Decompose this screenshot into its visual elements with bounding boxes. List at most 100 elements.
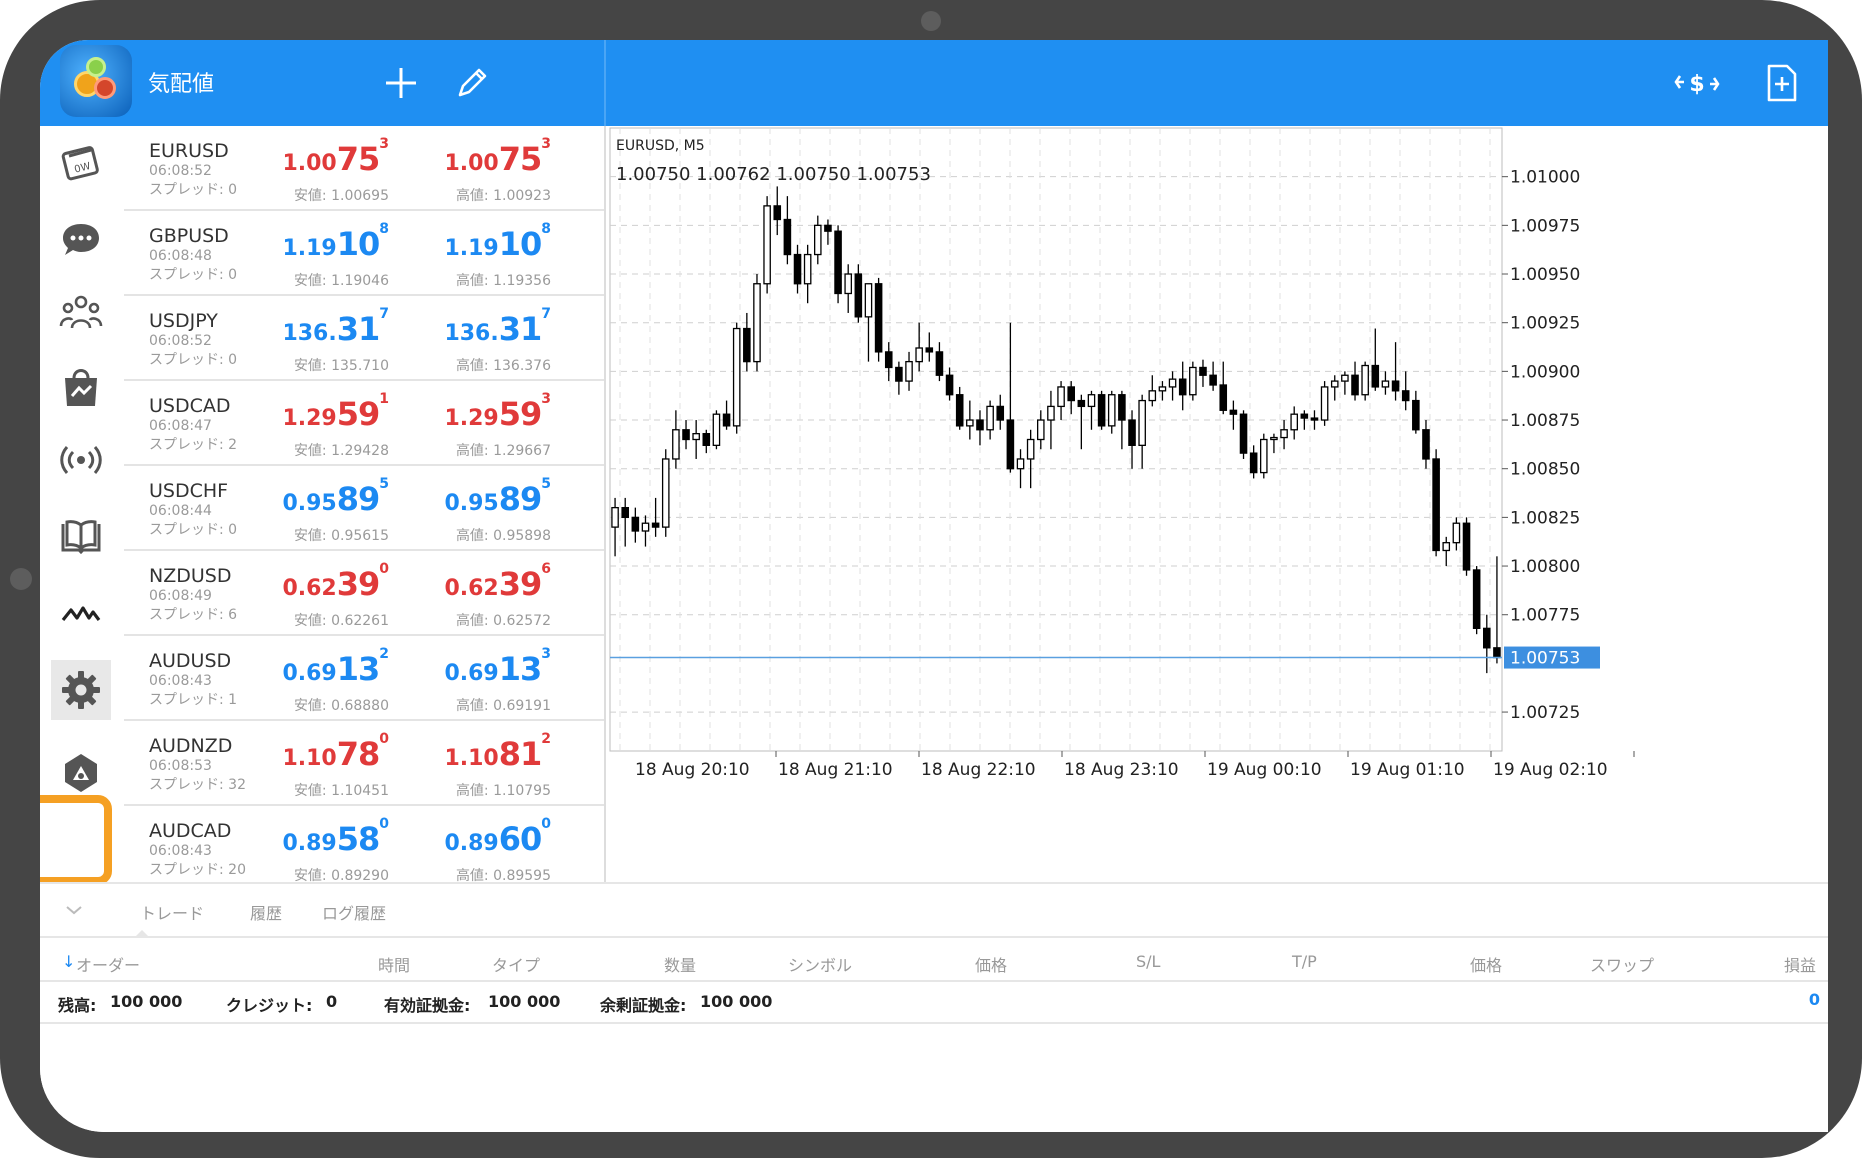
- column-symbol[interactable]: シンボル: [788, 952, 852, 976]
- market-bag-icon[interactable]: [51, 356, 111, 416]
- column-volume[interactable]: 数量: [664, 952, 696, 976]
- candle-body: [763, 205, 771, 285]
- equity-value: 100 000: [488, 992, 561, 1011]
- sort-arrow-icon[interactable]: ↓: [62, 952, 75, 971]
- candle-body: [986, 405, 994, 431]
- candle-body: [1483, 627, 1491, 649]
- low-price: 安値: 1.19046: [293, 273, 389, 289]
- candle-body: [773, 205, 782, 221]
- ask-price-fraction: 3: [541, 391, 551, 407]
- quote-row[interactable]: EURUSD 06:08:52 スプレッド: 0 1.00753 1.00753…: [124, 126, 604, 211]
- ask-price-fraction: 2: [541, 731, 551, 747]
- candle-body: [682, 429, 690, 441]
- bid-price: 1.00753: [229, 136, 389, 178]
- current-price-label: 1.00753: [1510, 649, 1580, 669]
- candle-body: [1239, 413, 1248, 454]
- candle-body: [692, 433, 700, 441]
- community-icon[interactable]: [51, 282, 111, 342]
- edit-pencil-icon[interactable]: [447, 58, 497, 108]
- quote-row[interactable]: GBPUSD 06:08:48 スプレッド: 0 1.19108 1.19108…: [124, 211, 604, 296]
- column-type[interactable]: タイプ: [492, 952, 540, 976]
- quote-row[interactable]: AUDCAD 06:08:43 スプレッド: 20 0.89580 0.8960…: [124, 806, 604, 882]
- candle-body: [1472, 569, 1481, 629]
- ask-price-prefix: 1.19: [444, 236, 499, 261]
- column-order[interactable]: オーダー: [76, 952, 140, 976]
- candle-body: [1067, 386, 1075, 402]
- bid-price-prefix: 0.62: [282, 576, 337, 601]
- candle-body: [651, 522, 660, 528]
- candle-body: [1270, 436, 1278, 441]
- high-price: 高値: 0.62572: [455, 613, 551, 629]
- quote-row[interactable]: USDJPY 06:08:52 スプレッド: 0 136.317 136.317…: [124, 296, 604, 381]
- chat-icon[interactable]: [51, 210, 111, 270]
- candle-body: [1219, 384, 1228, 411]
- settings-gear-icon[interactable]: [51, 660, 111, 720]
- columns-divider: [40, 980, 1828, 982]
- quote-row[interactable]: AUDNZD 06:08:53 スプレッド: 32 1.10780 1.1081…: [124, 721, 604, 806]
- column-price[interactable]: 価格: [975, 952, 1007, 976]
- candle-body: [824, 224, 832, 232]
- candle-body: [1118, 394, 1126, 421]
- candle-body: [814, 224, 822, 256]
- x-tick-label: 18 Aug 20:10: [635, 760, 750, 780]
- tab-log-history[interactable]: ログ履歴: [322, 900, 386, 924]
- tab-indicator: [135, 930, 149, 937]
- candle-body: [1260, 438, 1268, 474]
- column-sl[interactable]: S/L: [1136, 952, 1160, 971]
- low-price: 安値: 0.68880: [293, 698, 389, 714]
- quote-row[interactable]: NZDUSD 06:08:49 スプレッド: 6 0.62390 0.62396…: [124, 551, 604, 636]
- side-nav-rail: 0W: [40, 126, 122, 885]
- bid-price: 1.10780: [229, 731, 389, 773]
- app-logo-icon[interactable]: [60, 45, 132, 117]
- ask-price-pips: 31: [498, 310, 543, 348]
- ask-price: 0.95895: [391, 476, 551, 518]
- profit-total: 0: [1808, 990, 1820, 1009]
- mql5-community-icon[interactable]: [51, 742, 111, 802]
- trade-dollar-icon[interactable]: $: [1672, 58, 1722, 108]
- candle-body: [925, 347, 934, 353]
- column-tp[interactable]: T/P: [1292, 952, 1317, 971]
- bid-price: 1.29591: [229, 391, 389, 433]
- signals-broadcast-icon[interactable]: [51, 430, 111, 490]
- quote-row[interactable]: USDCAD 06:08:47 スプレッド: 2 1.29591 1.29593…: [124, 381, 604, 466]
- candle-body: [1077, 399, 1086, 408]
- column-current-price[interactable]: 価格: [1470, 952, 1502, 976]
- bid-price-prefix: 1.19: [282, 236, 337, 261]
- ask-price: 1.29593: [391, 391, 551, 433]
- column-swap[interactable]: スワップ: [1590, 952, 1654, 976]
- y-tick-label: 1.00775: [1510, 606, 1580, 626]
- bid-price-pips: 89: [336, 480, 381, 518]
- candle-body: [1006, 419, 1015, 470]
- credit-label: クレジット:: [226, 996, 313, 1015]
- chevron-down-icon[interactable]: [62, 898, 86, 922]
- candle-body: [1138, 399, 1146, 446]
- price-chart[interactable]: 1.01000 1.00975 1.00950 1.00925 1.00900 1.008…: [606, 126, 1828, 882]
- quote-time: 06:08:49: [149, 588, 212, 604]
- candlestick-chart-svg[interactable]: 1.01000 1.00975 1.00950 1.00925 1.00900 1.008…: [606, 126, 1828, 882]
- new-order-document-icon[interactable]: [1756, 58, 1806, 108]
- candle-body: [641, 522, 650, 532]
- tab-history[interactable]: 履歴: [250, 900, 282, 924]
- candle-body: [1320, 386, 1329, 421]
- candle-body: [1047, 405, 1055, 421]
- quote-time: 06:08:43: [149, 843, 212, 859]
- quote-row[interactable]: USDCHF 06:08:44 スプレッド: 0 0.95895 0.95895…: [124, 466, 604, 551]
- candle-body: [854, 273, 863, 318]
- quote-row[interactable]: AUDUSD 06:08:43 スプレッド: 1 0.69132 0.69133…: [124, 636, 604, 721]
- book-icon[interactable]: [51, 506, 111, 566]
- chart-line-icon[interactable]: [51, 582, 111, 642]
- high-price: 高値: 1.29667: [455, 443, 551, 459]
- calendar-icon[interactable]: 0W: [51, 132, 111, 192]
- column-time[interactable]: 時間: [378, 952, 410, 976]
- candle-body: [1401, 390, 1410, 402]
- column-profit[interactable]: 損益: [1784, 952, 1816, 976]
- balance-label: 残高:: [58, 996, 97, 1015]
- candle-body: [1016, 458, 1025, 470]
- ask-price-prefix: 0.95: [444, 491, 499, 516]
- tab-trade[interactable]: トレード: [140, 900, 204, 924]
- add-symbol-icon[interactable]: [376, 58, 426, 108]
- x-tick-label: 18 Aug 22:10: [921, 760, 1036, 780]
- ask-price-fraction: 3: [541, 136, 551, 152]
- credit-value: 0: [326, 992, 338, 1011]
- candle-body: [1057, 386, 1065, 408]
